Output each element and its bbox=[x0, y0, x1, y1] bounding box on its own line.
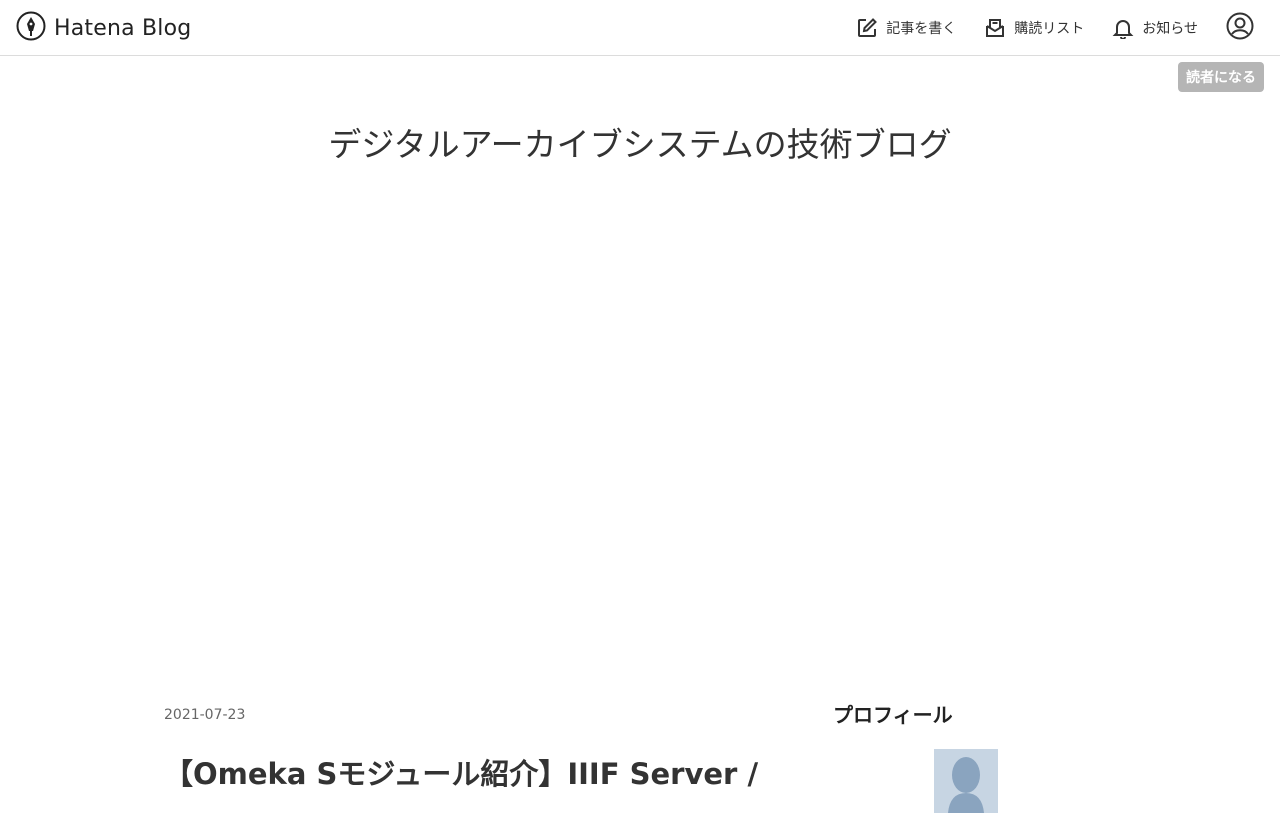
blog-title[interactable]: デジタルアーカイブシステムの技術ブログ bbox=[0, 118, 1280, 166]
brand-name: Hatena Blog bbox=[54, 15, 192, 41]
notifications-label: お知らせ bbox=[1142, 20, 1198, 37]
entry-date[interactable]: 2021-07-23 bbox=[164, 707, 245, 723]
write-article-link[interactable]: 記事を書く bbox=[856, 17, 956, 39]
profile-heading: プロフィール bbox=[833, 703, 953, 727]
ad-area bbox=[0, 200, 1280, 680]
reading-list-label: 購読リスト bbox=[1014, 20, 1085, 37]
subscribe-button[interactable]: 読者になる bbox=[1178, 62, 1264, 92]
global-nav: 記事を書く 購読リスト お知らせ bbox=[856, 0, 1280, 55]
global-header: Hatena Blog 記事を書く 購読リスト お知らせ bbox=[0, 0, 1280, 56]
write-article-label: 記事を書く bbox=[886, 20, 957, 37]
avatar-silhouette bbox=[934, 749, 998, 813]
edit-icon bbox=[856, 17, 878, 39]
bell-icon bbox=[1112, 17, 1134, 39]
hatena-pen-icon bbox=[16, 11, 46, 45]
profile-avatar[interactable] bbox=[934, 749, 998, 813]
hatena-blog-logo[interactable]: Hatena Blog bbox=[16, 11, 192, 45]
reading-list-link[interactable]: 購読リスト bbox=[984, 17, 1084, 39]
entry-title[interactable]: 【Omeka Sモジュール紹介】IIIF Server / bbox=[164, 754, 764, 794]
user-circle-icon[interactable] bbox=[1226, 12, 1254, 44]
notifications-link[interactable]: お知らせ bbox=[1112, 17, 1198, 39]
reading-list-icon bbox=[984, 17, 1006, 39]
